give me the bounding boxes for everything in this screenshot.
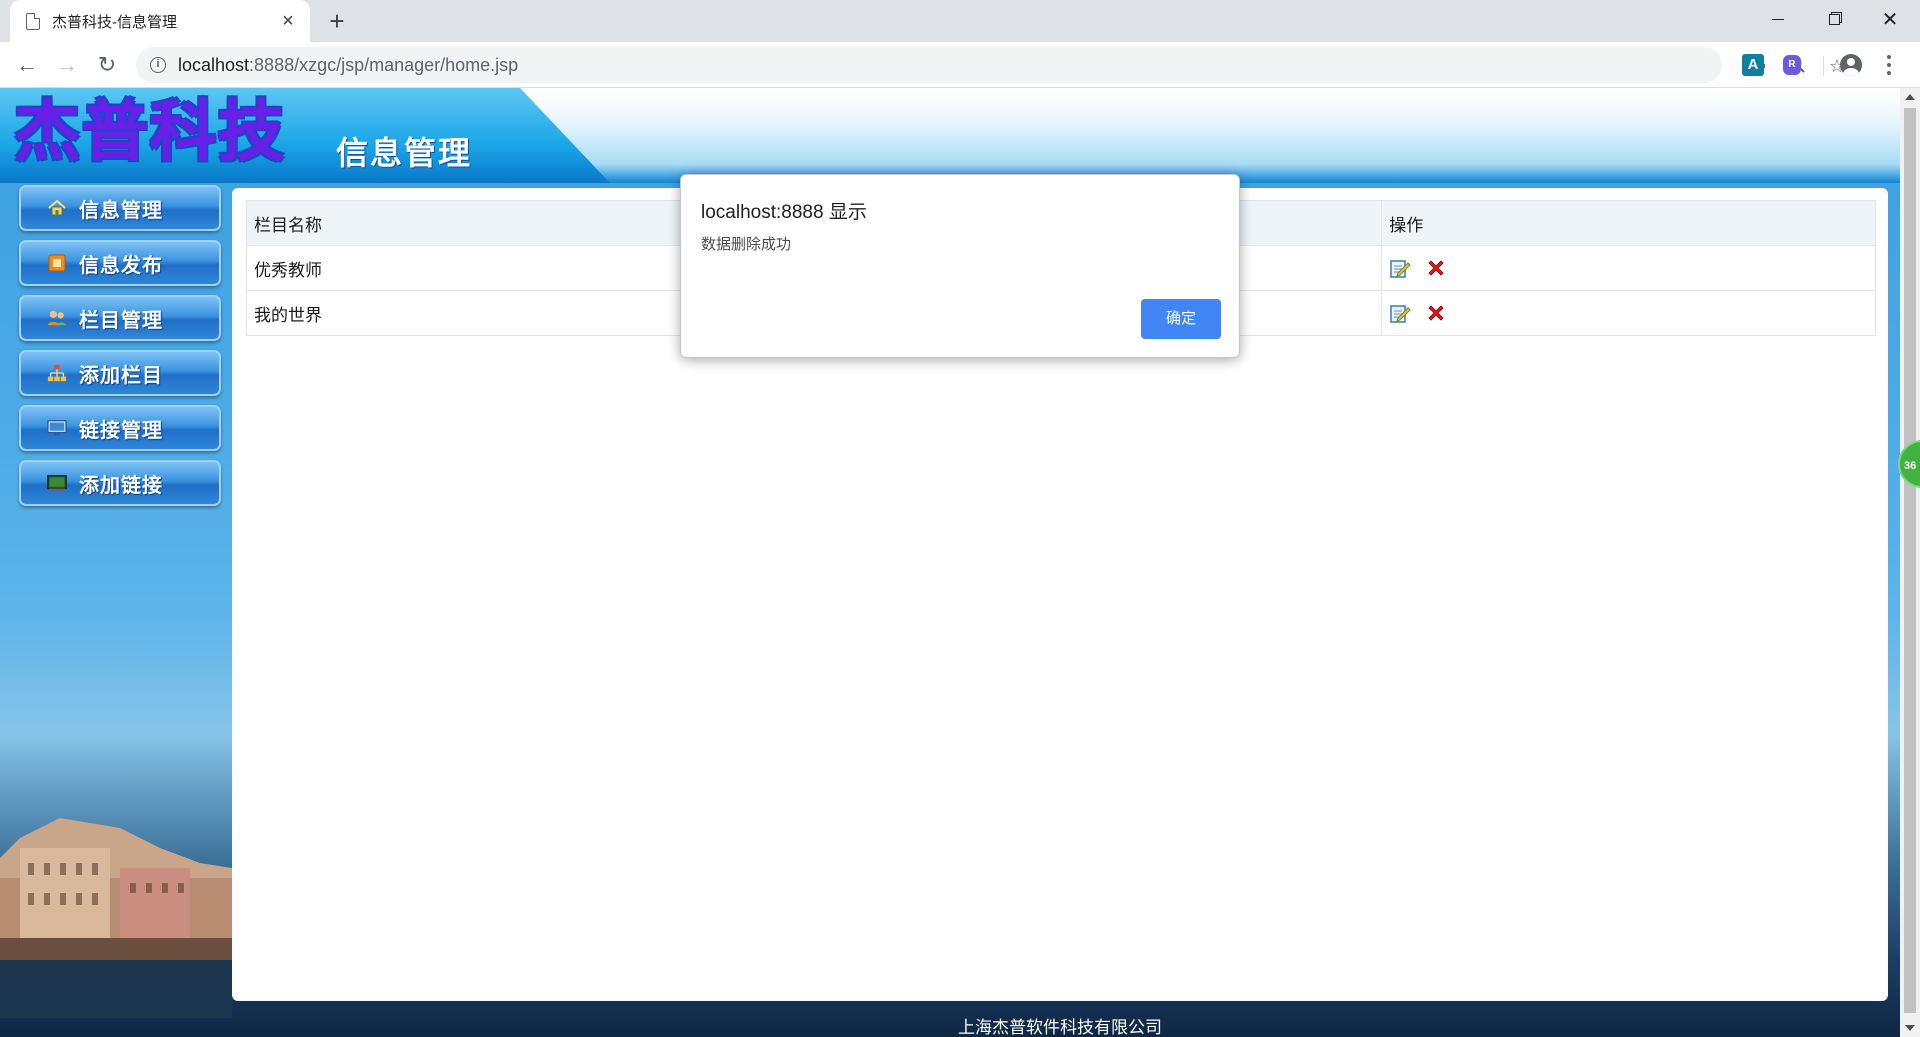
profile-avatar-icon[interactable] [1840, 54, 1862, 76]
new-tab-button[interactable]: + [322, 6, 352, 36]
delete-icon[interactable] [1426, 303, 1446, 323]
alert-dialog: localhost:8888 显示 数据删除成功 确定 [680, 174, 1240, 358]
site-info-icon[interactable]: i [150, 57, 166, 73]
address-bar[interactable]: i localhost:8888/xzgc/jsp/manager/home.j… [136, 47, 1845, 83]
users-icon [47, 308, 67, 328]
site-header: 杰普科技 信息管理 [0, 88, 1900, 183]
sidebar-item-label: 添加栏目 [79, 364, 163, 387]
url-text[interactable]: localhost:8888/xzgc/jsp/manager/home.jsp [178, 55, 518, 76]
window-restore-button[interactable] [1806, 0, 1862, 38]
forward-arrow-icon[interactable]: → [52, 50, 82, 80]
sitemap-icon [47, 363, 67, 383]
dialog-ok-button[interactable]: 确定 [1141, 299, 1221, 339]
sidebar-item-label: 信息发布 [79, 254, 163, 277]
page-scrollbar[interactable] [1900, 88, 1920, 1037]
window-close-button[interactable]: ✕ [1862, 0, 1918, 38]
browser-toolbar: ← → ↻ i localhost:8888/xzgc/jsp/manager/… [0, 42, 1920, 88]
row-actions-cell [1381, 245, 1876, 291]
back-arrow-icon[interactable]: ← [12, 50, 42, 80]
tab-title: 杰普科技-信息管理 [52, 13, 177, 31]
page-icon [26, 12, 40, 30]
sidebar-item-column-manage[interactable]: 栏目管理 [19, 295, 221, 341]
delete-icon[interactable] [1426, 258, 1446, 278]
header-banner [520, 88, 1900, 183]
reload-icon[interactable]: ↻ [92, 50, 122, 80]
page-footer: 上海杰普软件科技有限公司 [958, 1018, 1162, 1037]
site-logo: 杰普科技 [14, 93, 286, 170]
column-header-actions: 操作 [1381, 200, 1876, 246]
sidebar-item-label: 添加链接 [79, 474, 163, 497]
sidebar-item-label: 栏目管理 [79, 309, 163, 332]
sidebar-nav: 信息管理 信息发布 栏目管理 添加栏目 链接管理 添加链接 [10, 185, 228, 945]
tab-strip: 杰普科技-信息管理 × + ✕ [0, 0, 1920, 42]
site-subtitle: 信息管理 [336, 134, 473, 172]
publish-icon [47, 253, 67, 273]
translate-extension-icon[interactable]: A [1742, 54, 1764, 76]
sidebar-item-info-manage[interactable]: 信息管理 [19, 185, 221, 231]
monitor-icon [47, 418, 67, 438]
sidebar-item-link-manage[interactable]: 链接管理 [19, 405, 221, 451]
scroll-down-icon[interactable] [1905, 1025, 1915, 1031]
window-minimize-button[interactable] [1750, 0, 1806, 38]
board-icon [47, 473, 67, 493]
edit-icon[interactable] [1389, 257, 1411, 279]
r-extension-icon[interactable]: R [1783, 55, 1801, 75]
browser-menu-icon[interactable] [1884, 53, 1894, 77]
dialog-title: localhost:8888 显示 [701, 202, 867, 223]
sidebar-item-add-link[interactable]: 添加链接 [19, 460, 221, 506]
home-icon [47, 198, 67, 218]
row-actions-cell [1381, 290, 1876, 336]
scrollbar-thumb[interactable] [1904, 108, 1916, 1013]
tab-close-icon[interactable]: × [278, 11, 298, 31]
sidebar-item-label: 链接管理 [79, 419, 163, 442]
scroll-up-icon[interactable] [1905, 94, 1915, 100]
page-viewport: 杰普科技 信息管理 信息管理 信息发布 栏目管理 添加栏目 链接管理 添加链接 … [0, 88, 1900, 1037]
dialog-message: 数据删除成功 [701, 236, 792, 253]
sidebar-item-label: 信息管理 [79, 199, 163, 222]
sidebar-item-add-column[interactable]: 添加栏目 [19, 350, 221, 396]
edit-icon[interactable] [1389, 302, 1411, 324]
toolbar-divider [1823, 56, 1824, 76]
sidebar-item-info-publish[interactable]: 信息发布 [19, 240, 221, 286]
browser-tab[interactable]: 杰普科技-信息管理 × [10, 0, 310, 42]
